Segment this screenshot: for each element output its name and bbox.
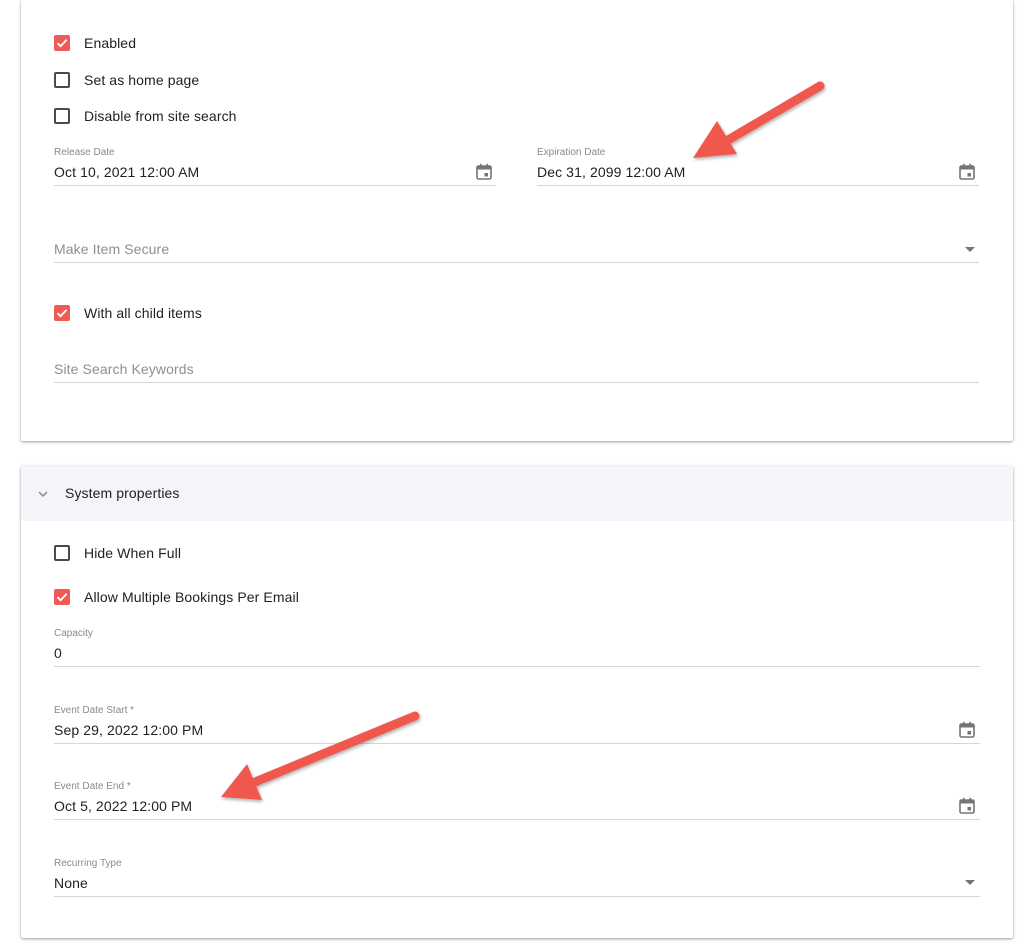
- calendar-icon[interactable]: [475, 163, 493, 181]
- dropdown-caret-icon[interactable]: [965, 880, 975, 885]
- child-items-label: With all child items: [84, 305, 202, 321]
- hide-when-full-label: Hide When Full: [84, 545, 182, 561]
- event-date-end-value[interactable]: Oct 5, 2022 12:00 PM: [54, 798, 192, 814]
- dropdown-caret-icon[interactable]: [965, 247, 975, 252]
- check-icon: [56, 39, 68, 48]
- allow-multiple-label: Allow Multiple Bookings Per Email: [84, 589, 299, 605]
- recurring-type-label: Recurring Type: [54, 858, 122, 869]
- capacity-value[interactable]: 0: [54, 645, 62, 661]
- chevron-down-icon[interactable]: [37, 488, 49, 500]
- site-search-keywords-placeholder: Site Search Keywords: [54, 361, 194, 377]
- event-date-end-field[interactable]: Event Date End * Oct 5, 2022 12:00 PM: [54, 779, 980, 820]
- capacity-field[interactable]: Capacity 0: [54, 626, 980, 667]
- calendar-icon[interactable]: [958, 163, 976, 181]
- check-icon: [56, 309, 68, 318]
- system-properties-header[interactable]: System properties: [21, 466, 1013, 521]
- disable-search-checkbox[interactable]: [54, 108, 70, 124]
- expiration-date-value[interactable]: Dec 31, 2099 12:00 AM: [537, 164, 685, 180]
- child-items-checkbox[interactable]: [54, 305, 70, 321]
- expiration-date-field[interactable]: Expiration Date Dec 31, 2099 12:00 AM: [537, 145, 979, 186]
- recurring-type-select[interactable]: Recurring Type None: [54, 856, 980, 897]
- home-page-checkbox[interactable]: [54, 72, 70, 88]
- event-date-start-field[interactable]: Event Date Start * Sep 29, 2022 12:00 PM: [54, 703, 980, 744]
- capacity-label: Capacity: [54, 628, 93, 639]
- event-date-start-value[interactable]: Sep 29, 2022 12:00 PM: [54, 722, 203, 738]
- site-search-keywords-input[interactable]: Site Search Keywords: [54, 356, 979, 383]
- system-properties-title: System properties: [65, 485, 180, 501]
- disable-search-label: Disable from site search: [84, 108, 237, 124]
- recurring-type-value[interactable]: None: [54, 875, 88, 891]
- check-icon: [56, 593, 68, 602]
- allow-multiple-checkbox[interactable]: [54, 589, 70, 605]
- expiration-date-label: Expiration Date: [537, 147, 606, 158]
- make-item-secure-placeholder: Make Item Secure: [54, 241, 170, 257]
- calendar-icon[interactable]: [958, 797, 976, 815]
- make-item-secure-select[interactable]: Make Item Secure: [54, 236, 979, 263]
- release-date-field[interactable]: Release Date Oct 10, 2021 12:00 AM: [54, 145, 496, 186]
- release-date-label: Release Date: [54, 147, 115, 158]
- enabled-checkbox[interactable]: [54, 35, 70, 51]
- hide-when-full-checkbox[interactable]: [54, 545, 70, 561]
- event-date-start-label: Event Date Start *: [54, 705, 135, 716]
- event-date-end-label: Event Date End *: [54, 781, 131, 792]
- system-properties-card: System properties Hide When Full Allow M…: [21, 466, 1013, 938]
- release-date-value[interactable]: Oct 10, 2021 12:00 AM: [54, 164, 199, 180]
- calendar-icon[interactable]: [958, 721, 976, 739]
- home-page-label: Set as home page: [84, 72, 200, 88]
- general-properties-card: Enabled Set as home page Disable from si…: [21, 0, 1013, 441]
- enabled-label: Enabled: [84, 35, 137, 51]
